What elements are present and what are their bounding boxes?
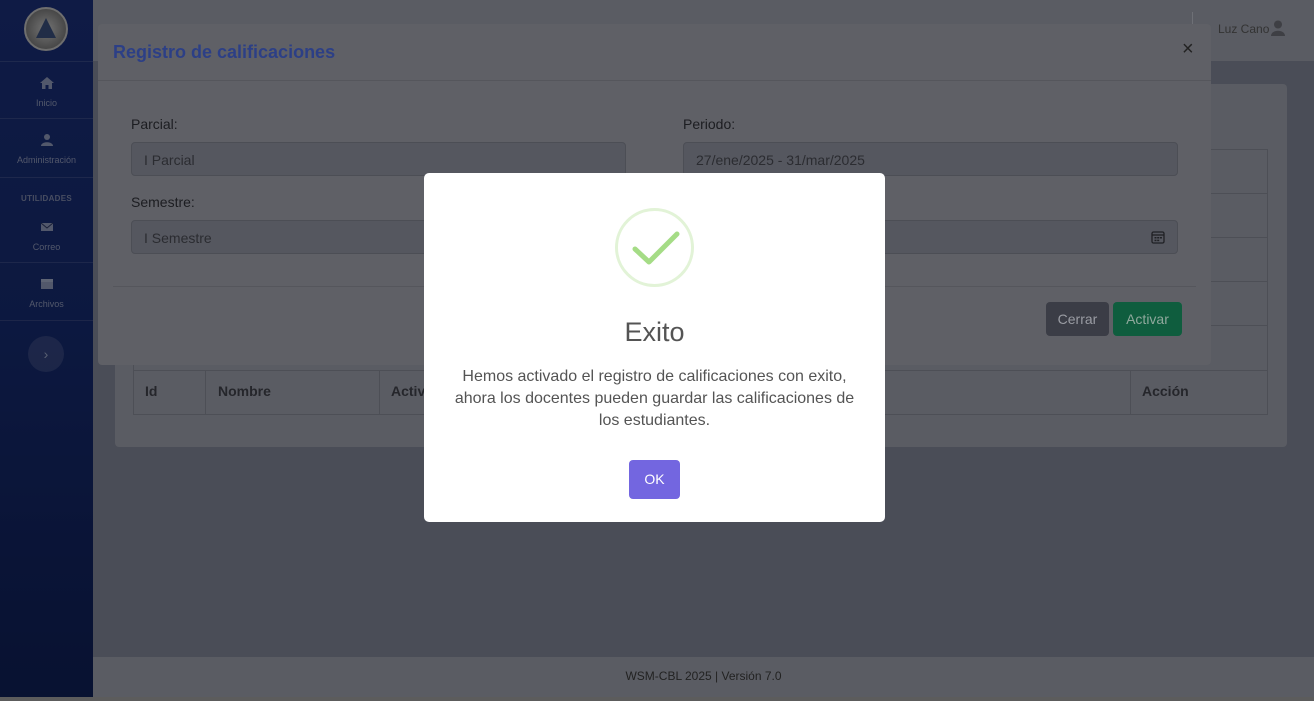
footer-text: WSM-CBL 2025 | Versión 7.0 [625,669,782,683]
close-icon[interactable]: × [1182,38,1194,61]
parcial-field[interactable]: I Parcial [131,142,626,176]
dialog-title: Exito [624,317,685,347]
table-header-activo: Activ [391,383,426,399]
table-header-nombre: Nombre [218,383,271,399]
success-check-icon [615,208,694,287]
success-dialog: Exito Hemos activado el registro de cali… [424,173,885,522]
user-name[interactable]: Luz Cano [1218,22,1269,36]
modal-title: Registro de calificaciones [113,42,336,62]
dialog-message: Hemos activado el registro de calificaci… [454,368,855,429]
activar-button[interactable]: Activar [1113,302,1182,336]
table-header-id: Id [145,383,158,399]
user-icon[interactable] [1271,20,1285,36]
periodo-label: Periodo: [683,116,736,132]
footer: WSM-CBL 2025 | Versión 7.0 [93,657,1314,697]
cerrar-button[interactable]: Cerrar [1046,302,1109,336]
periodo-field[interactable]: 27/ene/2025 - 31/mar/2025 [683,142,1178,176]
table-header-accion: Acción [1142,383,1189,399]
calendar-icon[interactable] [1151,230,1165,244]
ok-button[interactable]: OK [629,460,680,499]
semestre-label: Semestre: [131,194,195,210]
parcial-label: Parcial: [131,116,178,132]
sidebar: Inicio Administración UTILIDADES Correo … [0,0,93,697]
